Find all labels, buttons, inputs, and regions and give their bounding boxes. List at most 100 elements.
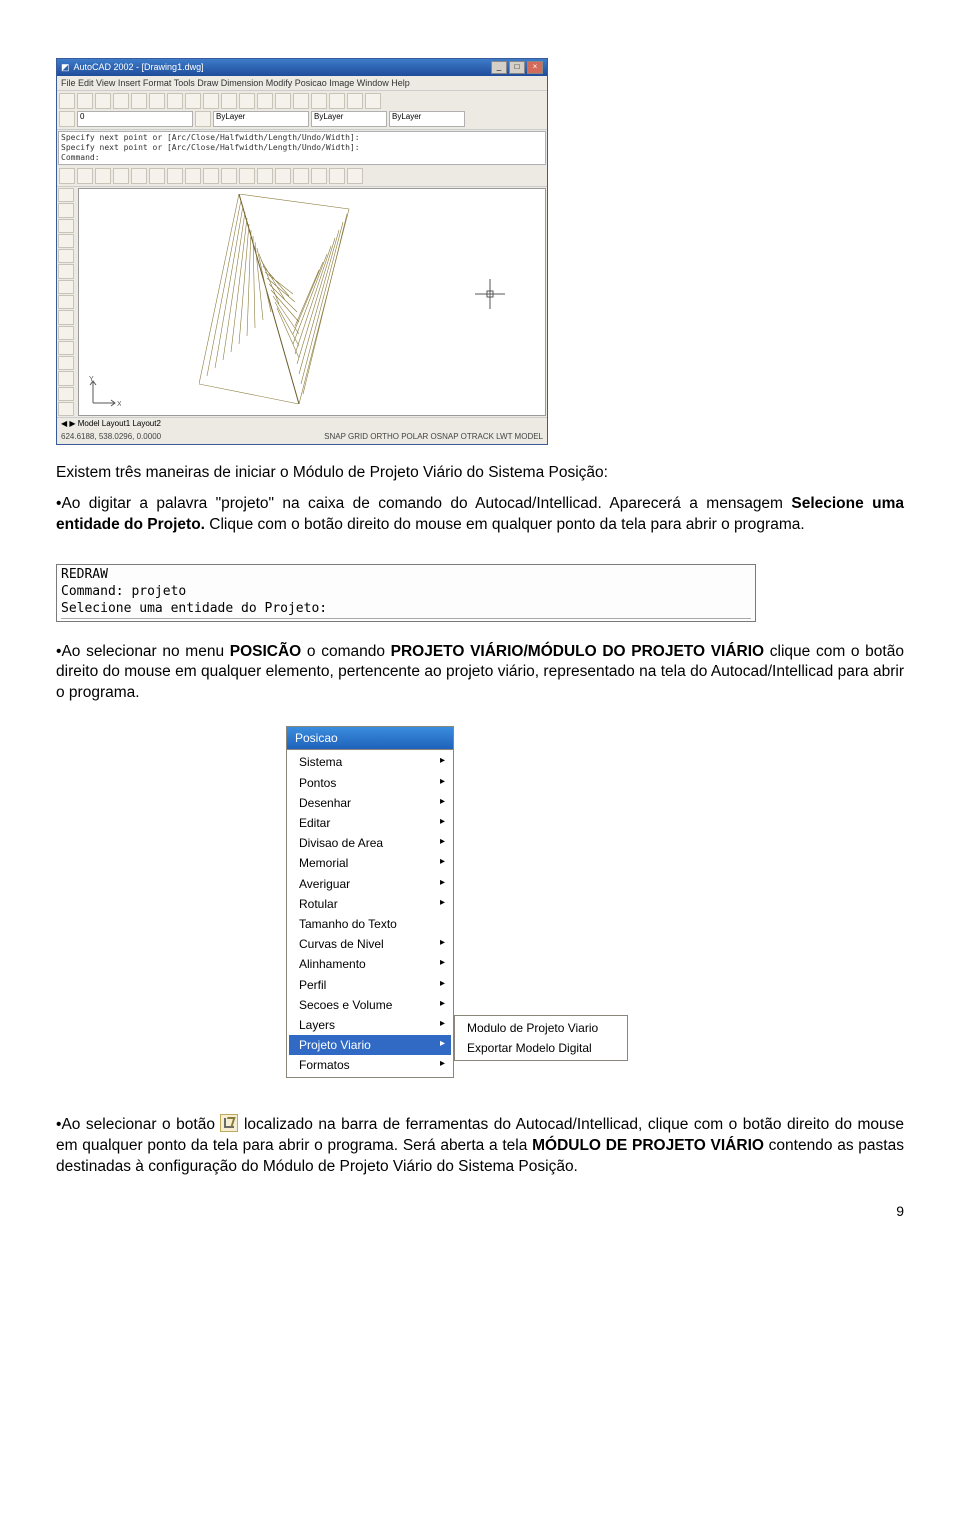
toolbar-button[interactable] (329, 168, 345, 184)
toolbar-button[interactable] (58, 188, 74, 202)
menu-title[interactable]: Posicao (286, 726, 454, 749)
toolbar-button[interactable] (58, 219, 74, 233)
toolbar-button[interactable] (58, 310, 74, 324)
toolbar-button[interactable] (95, 93, 111, 109)
toolbar-button[interactable] (257, 168, 273, 184)
toolbar-button[interactable] (185, 93, 201, 109)
toolbar-button[interactable] (113, 168, 129, 184)
menu-item-rotular[interactable]: Rotular (289, 894, 451, 914)
cmd-line: Command: projeto (61, 583, 751, 600)
toolbar-button[interactable] (167, 168, 183, 184)
layer-combo[interactable]: 0 (77, 111, 193, 127)
command-window[interactable]: REDRAW Command: projeto Selecione uma en… (56, 564, 756, 622)
toolbar-button[interactable] (131, 168, 147, 184)
menu-item-layers[interactable]: Layers (289, 1015, 451, 1035)
drawing-canvas[interactable]: X Y (78, 188, 546, 416)
toolbar-button[interactable] (239, 168, 255, 184)
menu-item-formatos[interactable]: Formatos (289, 1055, 451, 1075)
toolbar-button[interactable] (275, 93, 291, 109)
toolbar-button[interactable] (365, 93, 381, 109)
toolbar-button[interactable] (77, 93, 93, 109)
left-toolbar (57, 187, 77, 417)
toolbar-button[interactable] (293, 168, 309, 184)
menu-item-secoes-volume[interactable]: Secoes e Volume (289, 995, 451, 1015)
toolbar-button[interactable] (58, 295, 74, 309)
menu-item-tamanho-texto[interactable]: Tamanho do Texto (289, 914, 451, 934)
menu-item-editar[interactable]: Editar (289, 813, 451, 833)
toolbar-button[interactable] (257, 93, 273, 109)
menu-item-alinhamento[interactable]: Alinhamento (289, 954, 451, 974)
cmd-line[interactable]: Command: (61, 153, 543, 163)
toolbar-button[interactable] (58, 280, 74, 294)
combo[interactable]: ByLayer (311, 111, 387, 127)
cmd-line: Specify next point or [Arc/Close/Halfwid… (61, 133, 543, 143)
menu-item-memorial[interactable]: Memorial (289, 853, 451, 873)
toolbar-button[interactable] (58, 203, 74, 217)
toolbar-button[interactable] (311, 93, 327, 109)
toolbar-button[interactable] (329, 93, 345, 109)
menu-item-averiguar[interactable]: Averiguar (289, 874, 451, 894)
submenu-item-modulo[interactable]: Modulo de Projeto Viario (457, 1018, 625, 1038)
terrain-drawing (199, 194, 359, 407)
toolbar-button[interactable] (221, 168, 237, 184)
toolbar-button[interactable] (59, 111, 75, 127)
toolbar-button[interactable] (113, 93, 129, 109)
menu-bar[interactable]: File Edit View Insert Format Tools Draw … (57, 76, 547, 91)
toolbar-button[interactable] (203, 93, 219, 109)
menu-item-projeto-viario[interactable]: Projeto Viario (289, 1035, 451, 1055)
paragraph-3: •Ao selecionar o botão localizado na bar… (56, 1114, 904, 1178)
style-combo[interactable]: ByLayer (213, 111, 309, 127)
toolbar-button[interactable] (59, 168, 75, 184)
toolbar-button[interactable] (58, 371, 74, 385)
cmd-line: REDRAW (61, 566, 751, 583)
toolbar-button[interactable] (347, 168, 363, 184)
toolbar-button[interactable] (58, 249, 74, 263)
model-tabs[interactable]: ◀ ▶ Model Layout1 Layout2 (57, 417, 547, 431)
close-button[interactable]: × (527, 61, 543, 74)
toolbar-button[interactable] (58, 234, 74, 248)
toolbar-button[interactable] (58, 264, 74, 278)
max-button[interactable]: □ (509, 61, 525, 74)
toolbar-button[interactable] (59, 93, 75, 109)
toolbar-button[interactable] (347, 93, 363, 109)
submenu-item-exportar[interactable]: Exportar Modelo Digital (457, 1038, 625, 1058)
menu-item-perfil[interactable]: Perfil (289, 975, 451, 995)
toolbar-button[interactable] (311, 168, 327, 184)
figure-posicao-menu: Posicao Sistema Pontos Desenhar Editar D… (56, 726, 904, 1078)
window-title: AutoCAD 2002 - [Drawing1.dwg] (74, 61, 204, 73)
autocad-window: ◩ AutoCAD 2002 - [Drawing1.dwg] _ □ × Fi… (56, 58, 548, 445)
toolbar-button[interactable] (149, 168, 165, 184)
toolbar-button[interactable] (77, 168, 93, 184)
app-icon: ◩ (61, 61, 70, 73)
min-button[interactable]: _ (491, 61, 507, 74)
menu-item-curvas-nivel[interactable]: Curvas de Nivel (289, 934, 451, 954)
toolbars-2 (57, 166, 547, 187)
menu-item-sistema[interactable]: Sistema (289, 752, 451, 772)
toolbar-button[interactable] (58, 341, 74, 355)
toolbar-button[interactable] (58, 387, 74, 401)
toolbar-button[interactable] (185, 168, 201, 184)
toolbar-button[interactable] (195, 111, 211, 127)
projeto-viario-toolbar-icon (220, 1114, 238, 1132)
toolbar-button[interactable] (58, 402, 74, 416)
coords: 624.6188, 538.0296, 0.0000 (61, 432, 161, 443)
toolbar-button[interactable] (293, 93, 309, 109)
titlebar: ◩ AutoCAD 2002 - [Drawing1.dwg] _ □ × (57, 59, 547, 76)
toolbar-button[interactable] (58, 326, 74, 340)
toolbar-button[interactable] (167, 93, 183, 109)
toolbar-button[interactable] (275, 168, 291, 184)
paragraph-2: •Ao selecionar no menu POSICÃO o comando… (56, 642, 904, 705)
toolbar-button[interactable] (131, 93, 147, 109)
combo[interactable]: ByLayer (389, 111, 465, 127)
toolbar-button[interactable] (221, 93, 237, 109)
menu-item-divisao[interactable]: Divisao de Area (289, 833, 451, 853)
toolbar-button[interactable] (58, 356, 74, 370)
toolbar-button[interactable] (203, 168, 219, 184)
toolbar-button[interactable] (149, 93, 165, 109)
menu-item-pontos[interactable]: Pontos (289, 773, 451, 793)
paragraph-1b: •Ao digitar a palavra "projeto" na caixa… (56, 494, 904, 536)
toolbar-button[interactable] (239, 93, 255, 109)
menu-item-desenhar[interactable]: Desenhar (289, 793, 451, 813)
status-toggles[interactable]: SNAP GRID ORTHO POLAR OSNAP OTRACK LWT M… (324, 432, 543, 443)
toolbar-button[interactable] (95, 168, 111, 184)
